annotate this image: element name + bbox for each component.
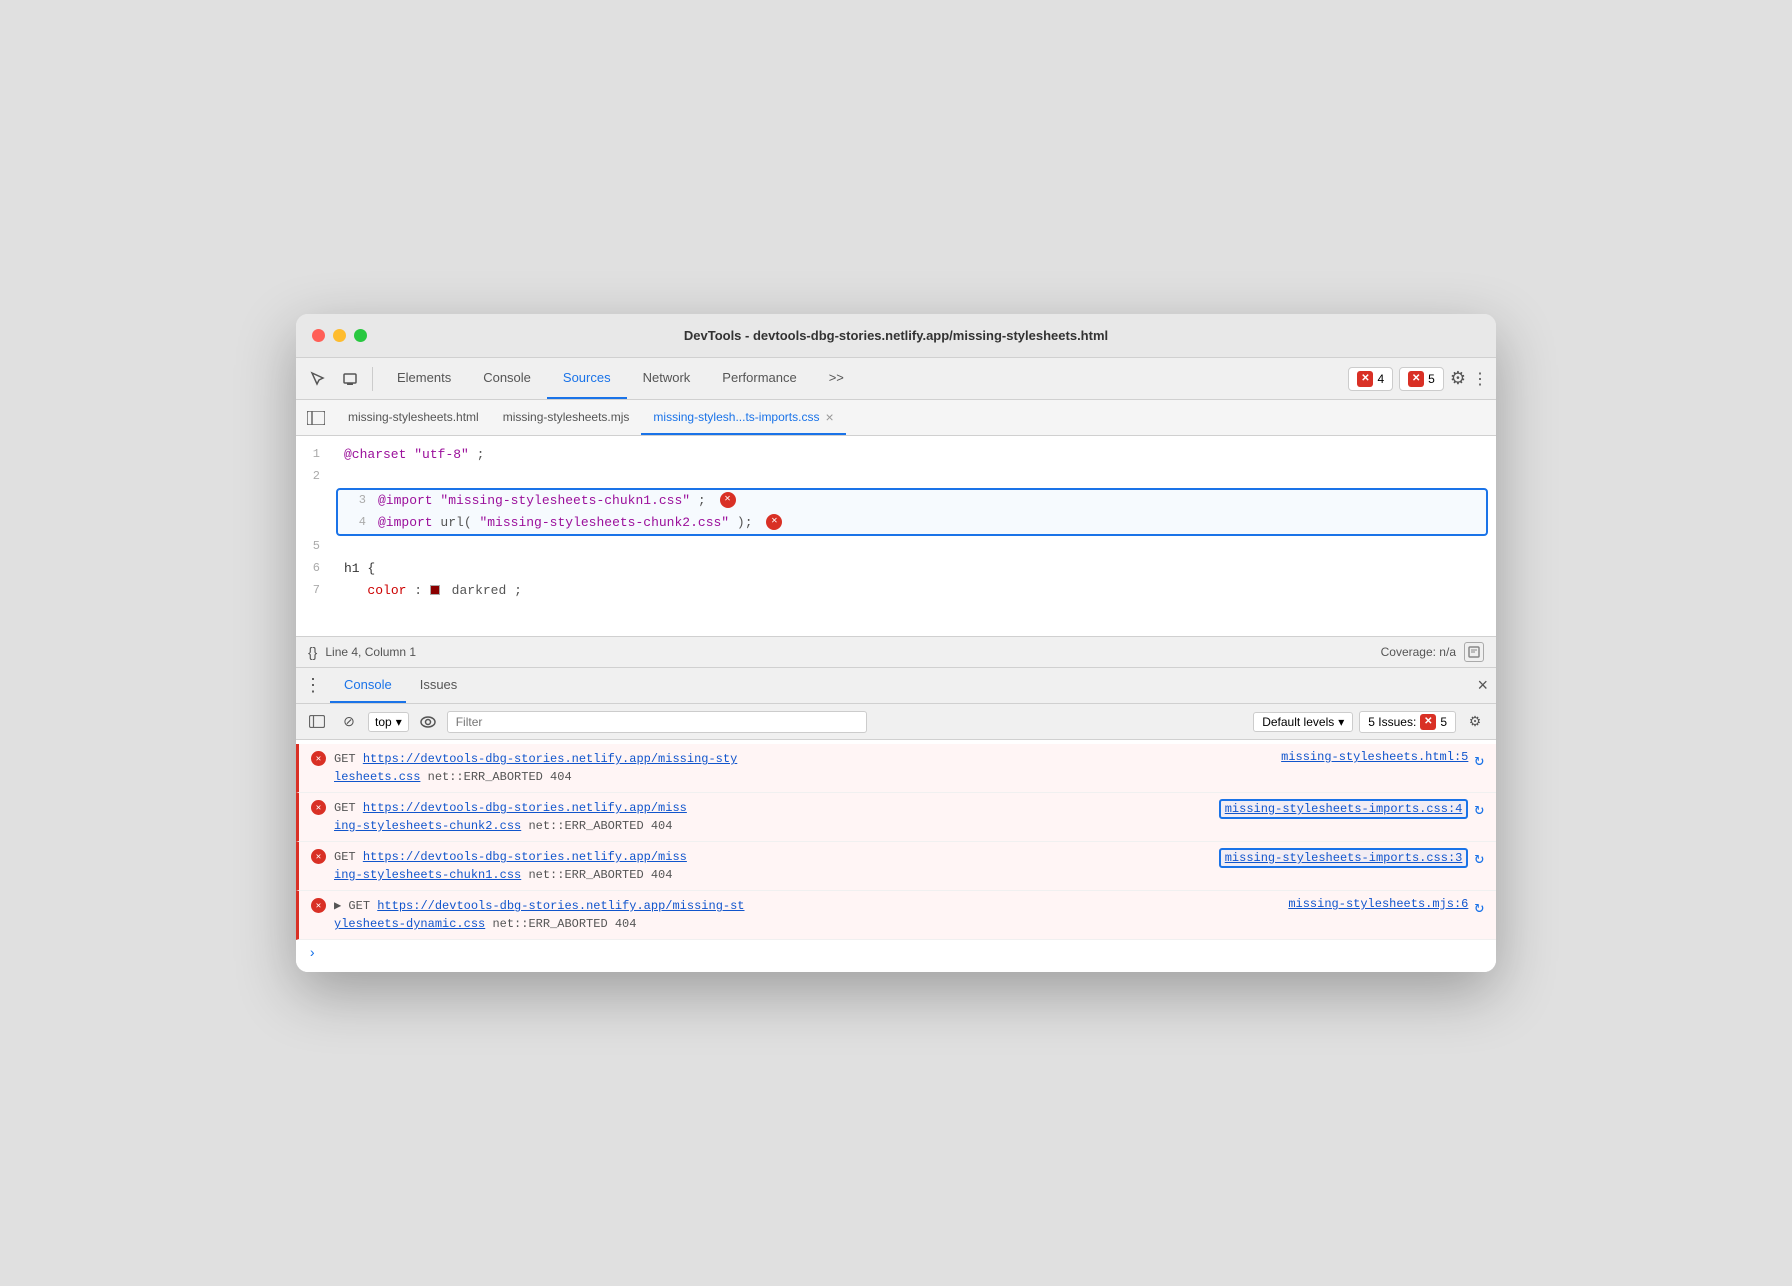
highlighted-block: 3 @import "missing-stylesheets-chukn1.cs… — [296, 488, 1496, 536]
settings-icon[interactable]: ⚙ — [1450, 368, 1466, 389]
tab-bar: Elements Console Sources Network Perform… — [381, 358, 1344, 399]
dropdown-arrow-icon: ▾ — [396, 715, 402, 729]
device-toggle-icon[interactable] — [336, 365, 364, 393]
traffic-lights — [312, 329, 367, 342]
msg1-content: GET https://devtools-dbg-stories.netlify… — [334, 750, 1273, 786]
more-options-icon[interactable]: ⋮ — [1472, 369, 1488, 389]
coverage-status: Coverage: n/a — [1381, 645, 1456, 659]
code-line-7: 7 color : darkred ; — [296, 580, 1496, 602]
console-message-2: ✕ GET https://devtools-dbg-stories.netli… — [296, 793, 1496, 842]
file-tab-mjs[interactable]: missing-stylesheets.mjs — [491, 400, 642, 435]
msg2-right: missing-stylesheets-imports.css:4 ↻ — [1219, 799, 1484, 819]
bottom-panel: ⋮ Console Issues × ⊘ top ▾ — [296, 668, 1496, 972]
code-line-2: 2 — [296, 466, 1496, 488]
error-icon-2: ✕ — [1408, 371, 1424, 387]
msg1-right: missing-stylesheets.html:5 ↻ — [1281, 750, 1484, 770]
sidebar-toggle-icon[interactable] — [304, 406, 328, 430]
panel-tabs-bar: ⋮ Console Issues × — [296, 668, 1496, 704]
console-message-4: ✕ ▶ GET https://devtools-dbg-stories.net… — [296, 891, 1496, 940]
error-icon-msg2: ✕ — [311, 800, 326, 815]
format-icon[interactable]: {} — [308, 644, 317, 660]
console-toolbar: ⊘ top ▾ Default levels ▾ 5 Issues: ✕ 5 — [296, 704, 1496, 740]
code-line-3: 3 @import "missing-stylesheets-chukn1.cs… — [338, 490, 1486, 512]
color-swatch-darkred — [430, 585, 440, 595]
status-right: Coverage: n/a — [1381, 642, 1484, 662]
console-message-1: ✕ GET https://devtools-dbg-stories.netli… — [296, 744, 1496, 793]
error-indicator-line3: ✕ — [720, 492, 736, 508]
default-levels-dropdown[interactable]: Default levels ▾ — [1253, 712, 1353, 732]
inspect-icon[interactable] — [304, 365, 332, 393]
tab-performance[interactable]: Performance — [706, 358, 812, 399]
maximize-button[interactable] — [354, 329, 367, 342]
tab-console[interactable]: Console — [467, 358, 547, 399]
msg4-ref[interactable]: missing-stylesheets.mjs:6 — [1288, 897, 1468, 911]
dropdown-icon: ▾ — [1338, 715, 1344, 729]
refresh-icon-msg1[interactable]: ↻ — [1474, 750, 1484, 770]
console-input-caret[interactable]: › — [296, 940, 1496, 968]
tab-elements[interactable]: Elements — [381, 358, 467, 399]
msg1-ref[interactable]: missing-stylesheets.html:5 — [1281, 750, 1468, 764]
status-bar: {} Line 4, Column 1 Coverage: n/a — [296, 636, 1496, 668]
clear-console-icon[interactable]: ⊘ — [336, 709, 362, 735]
eye-icon[interactable] — [415, 709, 441, 735]
filter-input[interactable] — [447, 711, 867, 733]
devtools-window: DevTools - devtools-dbg-stories.netlify.… — [296, 314, 1496, 972]
console-message-3: ✕ GET https://devtools-dbg-stories.netli… — [296, 842, 1496, 891]
context-selector[interactable]: top ▾ — [368, 712, 409, 732]
msg3-content: GET https://devtools-dbg-stories.netlify… — [334, 848, 1211, 884]
tab-sources[interactable]: Sources — [547, 358, 627, 399]
file-tabs-bar: missing-stylesheets.html missing-stylesh… — [296, 400, 1496, 436]
error-indicator-line4: ✕ — [766, 514, 782, 530]
panel-tab-issues[interactable]: Issues — [406, 668, 472, 703]
main-toolbar: Elements Console Sources Network Perform… — [296, 358, 1496, 400]
issues-error-icon: ✕ — [1420, 714, 1436, 730]
cursor-position: Line 4, Column 1 — [325, 645, 416, 659]
status-left: {} Line 4, Column 1 — [308, 644, 416, 660]
window-title: DevTools - devtools-dbg-stories.netlify.… — [684, 328, 1108, 343]
code-line-5: 5 — [296, 536, 1496, 558]
msg4-content: ▶ GET https://devtools-dbg-stories.netli… — [334, 897, 1280, 933]
console-messages: ✕ GET https://devtools-dbg-stories.netli… — [296, 740, 1496, 972]
refresh-icon-msg4[interactable]: ↻ — [1474, 897, 1484, 917]
panel-close-icon[interactable]: × — [1477, 675, 1488, 696]
panel-more-icon[interactable]: ⋮ — [304, 675, 322, 696]
error-icon-1: ✕ — [1357, 371, 1373, 387]
title-bar: DevTools - devtools-dbg-stories.netlify.… — [296, 314, 1496, 358]
file-tab-html[interactable]: missing-stylesheets.html — [336, 400, 491, 435]
toolbar-right: ✕ 4 ✕ 5 ⚙ ⋮ — [1348, 367, 1488, 391]
console-sidebar-icon[interactable] — [304, 709, 330, 735]
import-highlight-box: 3 @import "missing-stylesheets-chukn1.cs… — [336, 488, 1488, 536]
msg4-right: missing-stylesheets.mjs:6 ↻ — [1288, 897, 1484, 917]
close-button[interactable] — [312, 329, 325, 342]
code-editor: 1 @charset "utf-8" ; 2 3 @import — [296, 436, 1496, 636]
code-line-6: 6 h1 { — [296, 558, 1496, 580]
msg2-content: GET https://devtools-dbg-stories.netlify… — [334, 799, 1211, 835]
panel-tab-console[interactable]: Console — [330, 668, 406, 703]
toolbar-separator — [372, 367, 373, 391]
error-badge-2[interactable]: ✕ 5 — [1399, 367, 1444, 391]
code-line-1: 1 @charset "utf-8" ; — [296, 444, 1496, 466]
code-line-4: 4 @import url( "missing-stylesheets-chun… — [338, 512, 1486, 534]
error-icon-msg1: ✕ — [311, 751, 326, 766]
console-settings-icon[interactable]: ⚙ — [1462, 709, 1488, 735]
refresh-icon-msg2[interactable]: ↻ — [1474, 799, 1484, 819]
refresh-icon-msg3[interactable]: ↻ — [1474, 848, 1484, 868]
msg3-right: missing-stylesheets-imports.css:3 ↻ — [1219, 848, 1484, 868]
coverage-icon[interactable] — [1464, 642, 1484, 662]
msg3-ref[interactable]: missing-stylesheets-imports.css:3 — [1219, 848, 1469, 868]
tab-more[interactable]: >> — [813, 358, 860, 399]
error-badge-1[interactable]: ✕ 4 — [1348, 367, 1393, 391]
issues-count-badge[interactable]: 5 Issues: ✕ 5 — [1359, 711, 1456, 733]
minimize-button[interactable] — [333, 329, 346, 342]
top-label: top — [375, 715, 392, 729]
tab-network[interactable]: Network — [627, 358, 707, 399]
close-file-tab-icon[interactable]: × — [825, 409, 833, 425]
msg2-ref[interactable]: missing-stylesheets-imports.css:4 — [1219, 799, 1469, 819]
file-tab-css[interactable]: missing-stylesh...ts-imports.css × — [641, 400, 845, 435]
error-icon-msg4: ✕ — [311, 898, 326, 913]
error-icon-msg3: ✕ — [311, 849, 326, 864]
